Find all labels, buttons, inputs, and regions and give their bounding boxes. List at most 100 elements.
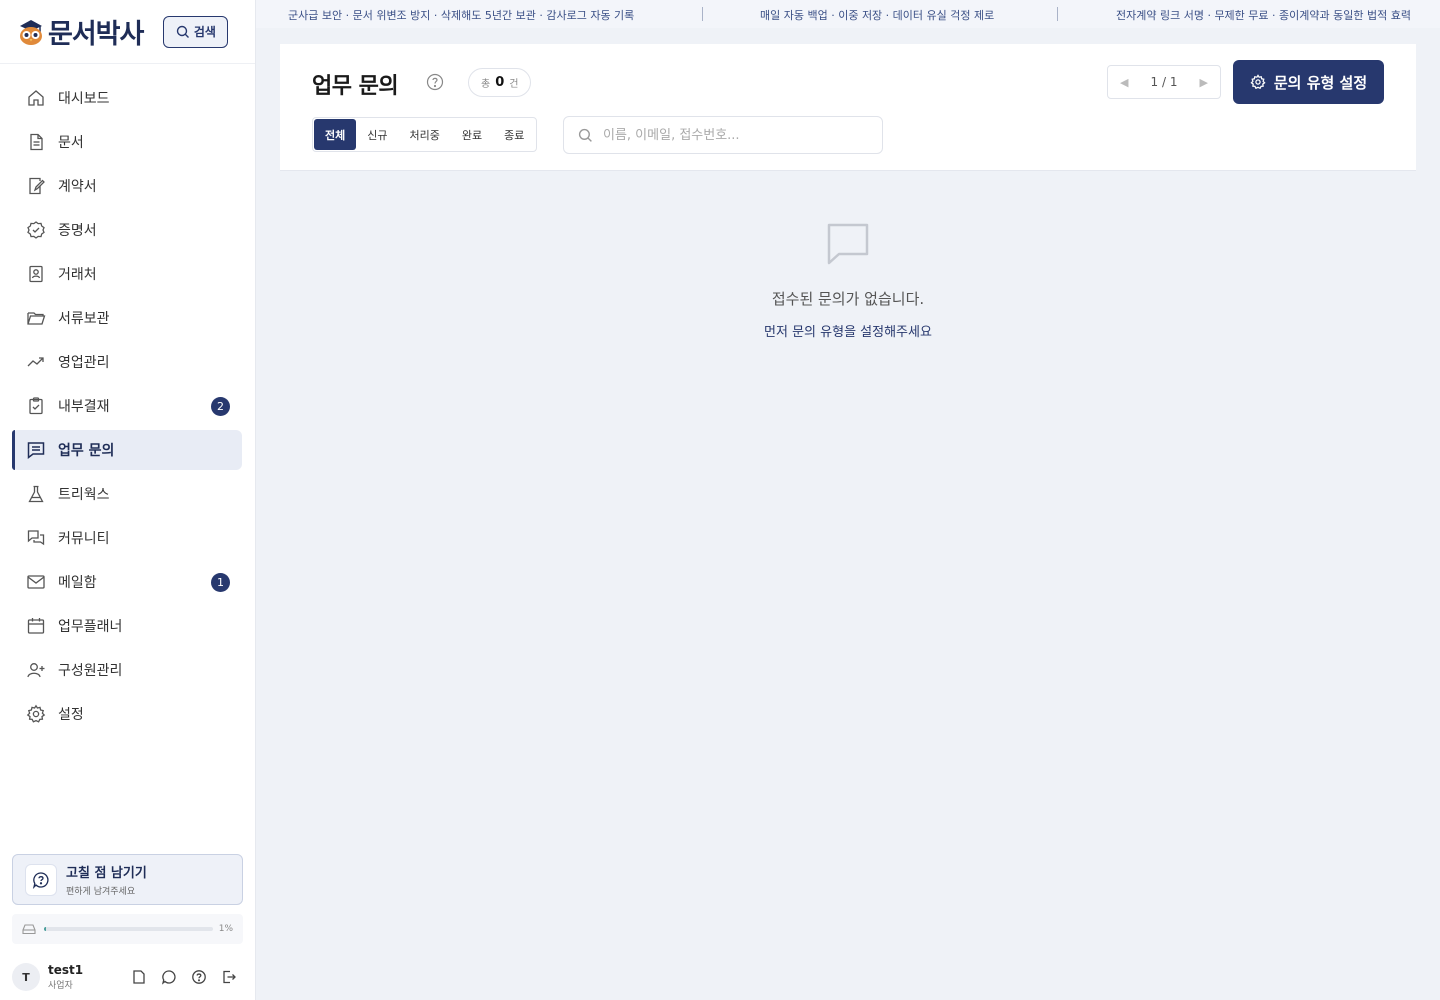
certificate-icon: [27, 221, 45, 239]
sidebar-item-contracts[interactable]: 계약서: [12, 166, 242, 206]
notes-button[interactable]: [129, 967, 149, 987]
inquiry-search: [563, 116, 883, 154]
sidebar-item-triworks[interactable]: 트리웍스: [12, 474, 242, 514]
messages-button[interactable]: [159, 967, 179, 987]
sidebar-item-label: 설정: [58, 707, 84, 723]
help-circle-icon: [192, 970, 206, 984]
logout-button[interactable]: [219, 967, 239, 987]
tab-all[interactable]: 전체: [314, 119, 357, 150]
calendar-icon: [27, 618, 45, 634]
mail-icon: [27, 575, 45, 589]
storage-progress-fill: [44, 927, 46, 931]
app-logo[interactable]: 문서박사: [16, 12, 144, 51]
feedback-subtitle: 편하게 남겨주세요: [66, 887, 136, 897]
sidebar-item-label: 내부결재: [58, 399, 110, 415]
avatar[interactable]: T: [12, 963, 40, 991]
question-bubble-icon: [32, 871, 49, 889]
search-button-label: 검색: [193, 25, 216, 39]
inquiry-icon: [27, 442, 45, 460]
user-actions: [129, 967, 239, 987]
sidebar-item-planner[interactable]: 업무플래너: [12, 606, 242, 646]
document-icon: [30, 133, 43, 151]
sidebar-item-approvals[interactable]: 내부결재 2: [12, 386, 242, 426]
storage-drive-icon: [22, 924, 36, 935]
page-title: 업무 문의: [312, 74, 399, 99]
setup-type-link[interactable]: 먼저 문의 유형을 설정해주세요: [280, 321, 1416, 340]
user-name: test1: [48, 963, 84, 977]
user-profile: T test1 사업자: [0, 954, 255, 1000]
status-filter-tabs: 전체 신규 처리중 완료 종료: [312, 117, 538, 152]
sidebar-nav: 대시보드 문서 계약서 증명서 거래처 서류보관 영업관리 내부결재 2 업무 …: [0, 64, 255, 734]
sidebar-item-label: 거래처: [58, 267, 97, 283]
feedback-button[interactable]: 고칠 점 남기기 편하게 남겨주세요: [12, 854, 243, 905]
sidebar-item-inquiries[interactable]: 업무 문의: [12, 430, 242, 470]
help-circle-icon[interactable]: [426, 73, 444, 91]
page-indicator: 1 / 1: [1150, 75, 1178, 89]
help-button[interactable]: [189, 967, 209, 987]
sidebar-item-label: 업무 문의: [58, 443, 115, 459]
sidebar-item-label: 증명서: [58, 223, 97, 239]
mailbox-count-badge: 1: [211, 573, 230, 592]
sidebar-item-label: 메일함: [58, 575, 97, 591]
sidebar-item-label: 대시보드: [58, 91, 110, 107]
sidebar: 문서박사 검색 대시보드 문서 계약서 증명서 거래처 서류보관 영업관리 내부…: [0, 0, 256, 1000]
sidebar-item-clients[interactable]: 거래처: [12, 254, 242, 294]
inquiry-type-settings-button[interactable]: 문의 유형 설정: [1233, 60, 1384, 104]
clipboard-icon: [29, 397, 43, 415]
storage-progress-bar: [44, 927, 213, 931]
tab-in-progress[interactable]: 처리중: [399, 119, 451, 150]
sidebar-item-community[interactable]: 커뮤니티: [12, 518, 242, 558]
logo-text: 문서박사: [48, 19, 144, 50]
owl-mascot-icon: [20, 19, 42, 45]
global-search-button[interactable]: 검색: [163, 15, 229, 48]
sidebar-item-mailbox[interactable]: 메일함 1: [12, 562, 242, 602]
announcement-esign: 전자계약 링크 서명 · 무제한 무료 · 종이계약과 동일한 법적 효력: [1116, 9, 1411, 22]
sidebar-item-label: 영업관리: [58, 355, 110, 371]
sidebar-item-label: 업무플래너: [58, 619, 123, 635]
empty-state-title: 접수된 문의가 없습니다.: [771, 290, 925, 308]
sidebar-item-dashboard[interactable]: 대시보드: [12, 78, 242, 118]
count-prefix: 총: [481, 79, 491, 90]
empty-message-icon: [827, 223, 869, 265]
flask-icon: [28, 485, 44, 503]
sidebar-item-label: 구성원관리: [58, 663, 123, 679]
count-value: 0: [495, 75, 505, 90]
tab-closed[interactable]: 종료: [493, 119, 535, 150]
sidebar-item-label: 서류보관: [58, 311, 110, 327]
message-bubble-icon: [161, 970, 176, 985]
search-icon: [578, 128, 592, 142]
client-icon: [29, 265, 43, 283]
sidebar-item-members[interactable]: 구성원관리: [12, 650, 242, 690]
next-page-button[interactable]: ▶: [1200, 76, 1208, 89]
storage-usage: 1%: [12, 914, 243, 944]
search-icon: [176, 25, 189, 38]
sidebar-item-documents[interactable]: 문서: [12, 122, 242, 162]
note-icon: [133, 970, 145, 984]
sidebar-item-label: 계약서: [58, 179, 97, 195]
count-suffix: 건: [509, 79, 519, 90]
approvals-count-badge: 2: [211, 397, 230, 416]
sidebar-item-archive[interactable]: 서류보관: [12, 298, 242, 338]
user-add-icon: [27, 663, 45, 678]
storage-percent: 1%: [218, 924, 233, 934]
sidebar-item-certificates[interactable]: 증명서: [12, 210, 242, 250]
empty-state: 접수된 문의가 없습니다. 먼저 문의 유형을 설정해주세요: [280, 220, 1416, 340]
user-role: 사업자: [48, 981, 73, 991]
trend-icon: [27, 357, 44, 367]
sidebar-item-label: 커뮤니티: [58, 531, 110, 547]
feedback-title: 고칠 점 남기기: [66, 866, 147, 881]
logo-row: 문서박사 검색: [0, 0, 255, 64]
announcement-divider: [702, 7, 703, 21]
search-input[interactable]: [603, 127, 863, 143]
sidebar-item-settings[interactable]: 설정: [12, 694, 242, 734]
gear-icon: [1250, 74, 1266, 90]
prev-page-button[interactable]: ◀: [1120, 76, 1128, 89]
announcement-security: 군사급 보안 · 문서 위변조 방지 · 삭제해도 5년간 보관 · 감사로그 …: [288, 9, 635, 22]
sidebar-item-label: 문서: [58, 135, 84, 151]
sidebar-item-sales[interactable]: 영업관리: [12, 342, 242, 382]
tab-completed[interactable]: 완료: [451, 119, 493, 150]
settings-button-label: 문의 유형 설정: [1273, 73, 1368, 92]
tab-new[interactable]: 신규: [356, 119, 398, 150]
inquiry-header-panel: 업무 문의 총 0 건 ◀ 1 / 1 ▶ 문의 유형 설정 전체 신규 처리중…: [280, 44, 1416, 171]
gear-icon: [26, 704, 46, 723]
